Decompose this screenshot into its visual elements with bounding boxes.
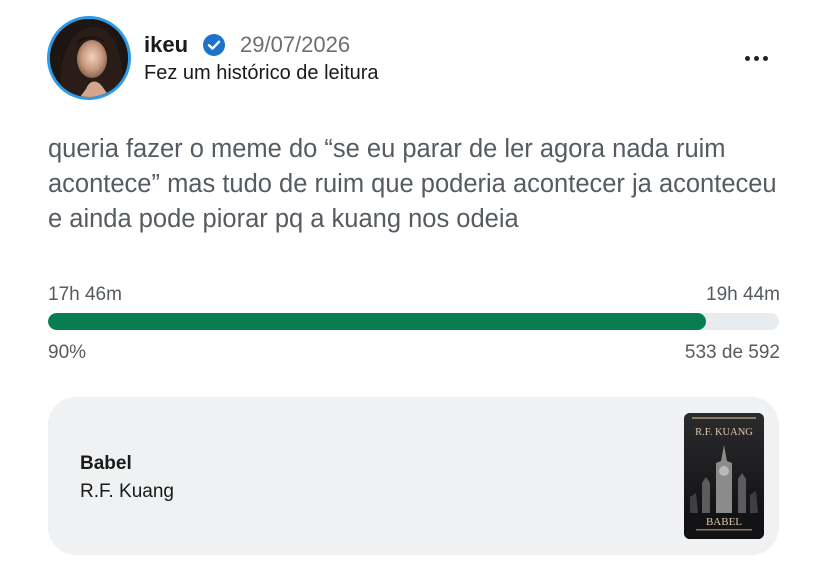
avatar-photo	[50, 19, 128, 97]
progress-pages: 533 de 592	[684, 342, 780, 363]
book-author: R.F. Kuang	[80, 481, 174, 502]
book-card[interactable]: Babel R.F. Kuang R.F. KUANG BABEL	[48, 397, 779, 555]
user-avatar[interactable]	[47, 16, 131, 100]
verified-badge-icon	[203, 34, 225, 56]
book-cover[interactable]: R.F. KUANG BABEL	[684, 413, 764, 539]
reading-progress-bar	[48, 313, 779, 330]
time-read: 17h 46m	[48, 284, 122, 305]
book-cover-art: R.F. KUANG BABEL	[684, 413, 764, 539]
activity-subtitle: Fez um histórico de leitura	[144, 62, 379, 84]
progress-percent: 90%	[48, 342, 87, 363]
more-options-button[interactable]	[736, 44, 776, 72]
time-total: 19h 44m	[706, 284, 780, 305]
username[interactable]: ikeu	[144, 32, 188, 58]
more-options-icon	[762, 55, 768, 61]
reading-progress-fill	[48, 313, 706, 330]
post-date: 29/07/2026	[240, 32, 351, 57]
book-title: Babel	[80, 453, 132, 474]
cover-author-text: R.F. KUANG	[695, 427, 753, 438]
cover-title-text: BABEL	[706, 516, 742, 528]
more-options-icon	[744, 55, 750, 61]
more-options-icon	[753, 55, 759, 61]
post-text: queria fazer o meme do “se eu parar de l…	[48, 135, 777, 233]
